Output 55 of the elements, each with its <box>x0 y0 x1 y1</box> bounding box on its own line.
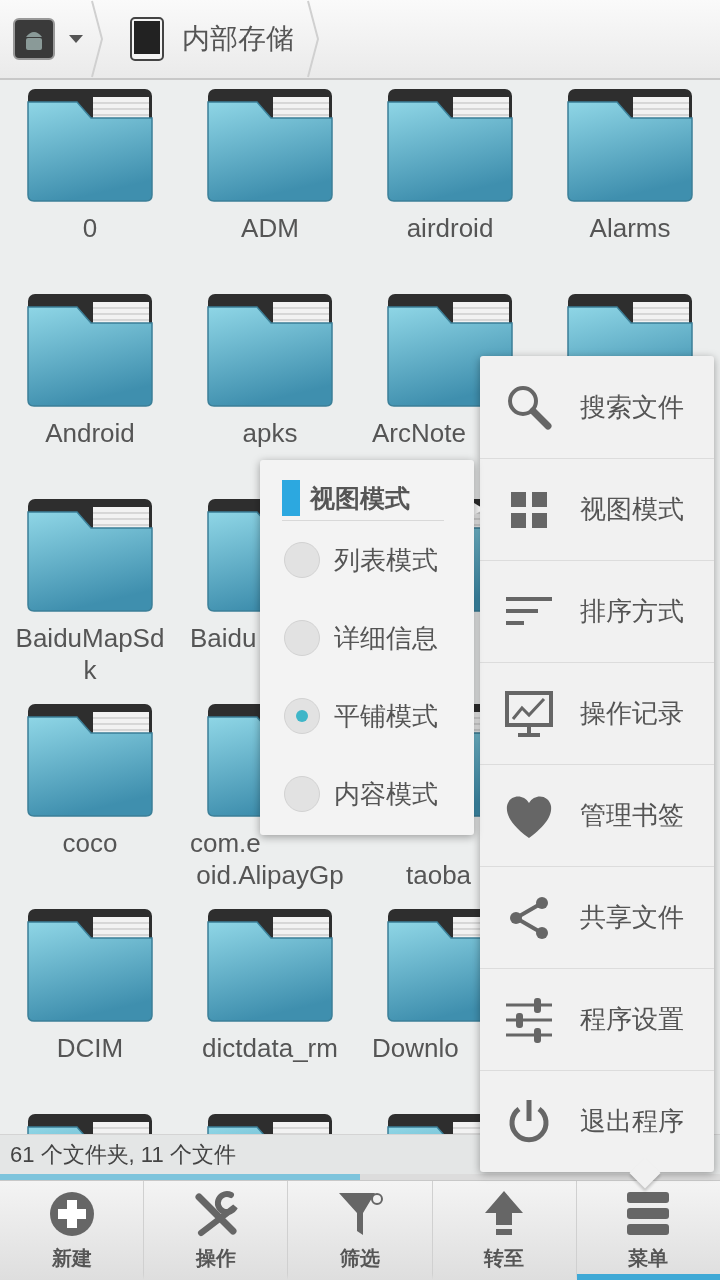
breadcrumb-item[interactable]: 内部存储 <box>104 0 306 78</box>
toolbar-button[interactable]: 新建 <box>0 1181 145 1280</box>
phone-icon <box>130 17 164 61</box>
folder-name: ADM <box>241 212 299 244</box>
title-accent-bar <box>282 480 300 516</box>
folder-name: oid.AlipayGp <box>196 859 344 891</box>
toolbar-button[interactable]: 筛选 <box>288 1181 433 1280</box>
folder-name: airdroid <box>406 212 494 244</box>
menu-item[interactable]: 共享文件 <box>480 866 714 968</box>
toolbar-button[interactable]: 操作 <box>144 1181 289 1280</box>
folder-icon[interactable] <box>25 498 155 613</box>
radio-button[interactable] <box>284 698 320 734</box>
folder-icon[interactable] <box>25 703 155 818</box>
folder-icon[interactable] <box>565 88 695 203</box>
menu-item[interactable]: 管理书签 <box>480 764 714 866</box>
view-mode-option[interactable]: 平铺模式 <box>260 677 474 755</box>
folder-icon[interactable] <box>205 908 335 1023</box>
menu-item[interactable]: 排序方式 <box>480 560 714 662</box>
toolbar-button[interactable]: 转至 <box>432 1181 577 1280</box>
view-mode-option[interactable]: 内容模式 <box>260 755 474 833</box>
folder-name: ArcNote <box>372 417 466 449</box>
view-mode-option[interactable]: 列表模式 <box>260 521 474 599</box>
folder-name: k <box>83 654 97 686</box>
menu-item[interactable]: 搜索文件 <box>480 356 714 458</box>
folder-name: Alarms <box>589 212 671 244</box>
folder-icon[interactable] <box>25 293 155 408</box>
folder-name: DCIM <box>56 1032 124 1064</box>
folder-count-text: 61 个文件夹, 11 个文件 <box>10 1140 236 1169</box>
view-mode-option[interactable]: 详细信息 <box>260 599 474 677</box>
monitor-chart-icon <box>504 688 554 739</box>
folder-name: apks <box>242 417 298 449</box>
folder-icon[interactable] <box>25 908 155 1023</box>
radio-button[interactable] <box>284 776 320 812</box>
folder-name: com.e <box>190 827 261 859</box>
folder-icon[interactable] <box>205 293 335 408</box>
folder-name: dictdata_rm <box>202 1032 338 1064</box>
folder-icon[interactable] <box>385 88 515 203</box>
radio-button[interactable] <box>284 620 320 656</box>
caret-icon <box>68 34 84 44</box>
folder-name: taoba <box>406 859 472 891</box>
menu-item[interactable]: 视图模式 <box>480 458 714 560</box>
folder-name: Downlo <box>372 1032 459 1064</box>
folder-name: coco <box>62 827 118 859</box>
submenu-title: 视图模式 <box>310 482 410 514</box>
menu-item[interactable]: 程序设置 <box>480 968 714 1070</box>
folder-name: Android <box>45 417 135 449</box>
menu-item[interactable]: 操作记录 <box>480 662 714 764</box>
folder-name: 0 <box>82 212 98 244</box>
folder-icon[interactable] <box>205 88 335 203</box>
android-icon <box>12 17 56 61</box>
toolbar-button[interactable]: 菜单 <box>576 1181 720 1280</box>
radio-button[interactable] <box>284 542 320 578</box>
folder-icon[interactable] <box>25 88 155 203</box>
folder-name: Baidu <box>190 622 257 654</box>
folder-name: BaiduMapSd <box>15 622 165 654</box>
